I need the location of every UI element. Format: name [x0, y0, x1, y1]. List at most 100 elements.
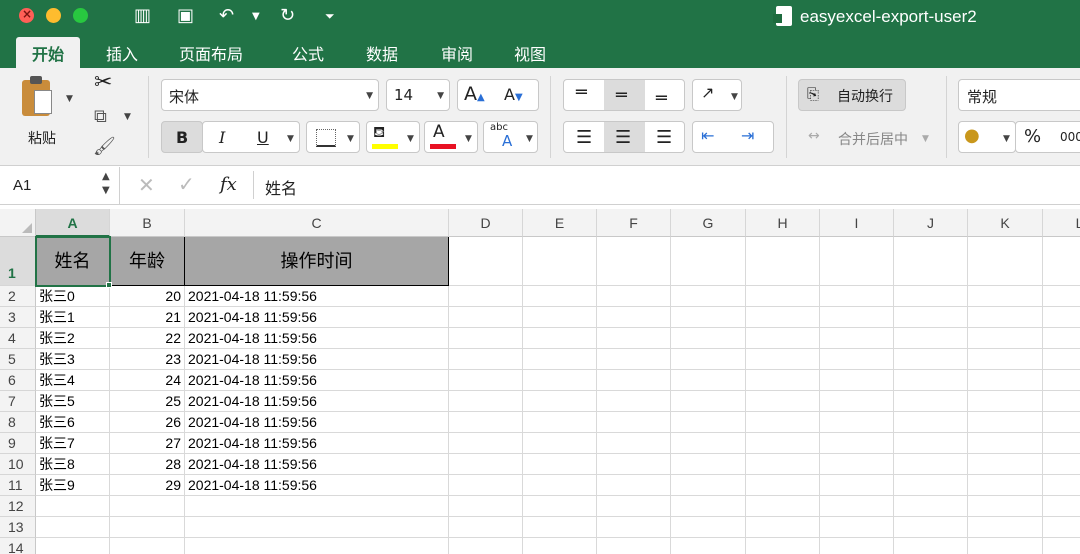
cell[interactable] [1043, 370, 1080, 391]
cell[interactable] [746, 370, 820, 391]
cell[interactable] [597, 517, 671, 538]
paste-dropdown-icon[interactable]: ▼ [66, 94, 73, 104]
cell[interactable] [597, 307, 671, 328]
cell[interactable] [820, 412, 894, 433]
row-header-5[interactable]: 5 [0, 349, 36, 370]
cell[interactable] [185, 496, 449, 517]
wrap-text-button[interactable]: ⎘ 自动换行 [798, 79, 906, 111]
minimize-window-button[interactable] [46, 8, 61, 23]
cell[interactable] [523, 538, 597, 554]
copy-dropdown-icon[interactable]: ▼ [124, 112, 131, 122]
cell[interactable] [449, 237, 523, 286]
cell[interactable] [968, 307, 1043, 328]
cell[interactable] [597, 412, 671, 433]
font-size-select[interactable]: 14 ▼ [386, 79, 450, 111]
cancel-icon[interactable]: ✕ [138, 173, 155, 197]
cell[interactable] [894, 538, 968, 554]
cell[interactable] [185, 538, 449, 554]
cell[interactable] [523, 412, 597, 433]
italic-button[interactable]: I [219, 128, 225, 147]
font-name-select[interactable]: 宋体 ▼ [161, 79, 379, 111]
column-header-c[interactable]: C [185, 209, 449, 237]
cell[interactable] [449, 391, 523, 412]
row-header-11[interactable]: 11 [0, 475, 36, 496]
cell[interactable] [968, 433, 1043, 454]
cell[interactable] [671, 433, 746, 454]
row-header-10[interactable]: 10 [0, 454, 36, 475]
cell[interactable] [968, 328, 1043, 349]
cell[interactable] [894, 475, 968, 496]
number-format-select[interactable]: 常规 [958, 79, 1080, 111]
cell[interactable] [820, 538, 894, 554]
cell[interactable] [968, 286, 1043, 307]
row-header-7[interactable]: 7 [0, 391, 36, 412]
cell[interactable] [597, 349, 671, 370]
cell[interactable] [597, 237, 671, 286]
tab-review[interactable]: 审阅 [441, 41, 473, 65]
cell[interactable] [746, 433, 820, 454]
cell[interactable] [968, 538, 1043, 554]
cell[interactable] [449, 475, 523, 496]
cell[interactable] [449, 496, 523, 517]
cell[interactable] [523, 349, 597, 370]
cell[interactable] [746, 237, 820, 286]
column-header-f[interactable]: F [597, 209, 671, 237]
cell[interactable] [1043, 496, 1080, 517]
save-icon[interactable]: ▣ [177, 5, 194, 26]
row-header-12[interactable]: 12 [0, 496, 36, 517]
undo-dropdown-icon[interactable]: ▼ [252, 11, 260, 22]
table-cell[interactable]: 2021-04-18 11:59:56 [185, 412, 449, 433]
cell[interactable] [746, 496, 820, 517]
cell[interactable] [894, 433, 968, 454]
align-middle-button[interactable]: ═ [604, 80, 645, 110]
cell[interactable] [894, 237, 968, 286]
table-cell[interactable]: 2021-04-18 11:59:56 [185, 286, 449, 307]
table-cell[interactable]: 20 [110, 286, 185, 307]
cell[interactable] [820, 391, 894, 412]
thousands-button[interactable]: 000 [1060, 130, 1080, 144]
cell[interactable] [746, 391, 820, 412]
align-left-icon[interactable]: ☰ [576, 127, 592, 148]
tab-home[interactable]: 开始 [16, 37, 81, 68]
sidebar-toggle-icon[interactable]: ▥ [134, 5, 151, 26]
table-cell[interactable]: 张三4 [36, 370, 110, 391]
cell[interactable] [597, 433, 671, 454]
cell[interactable] [968, 412, 1043, 433]
cell[interactable] [36, 517, 110, 538]
cell[interactable] [1043, 391, 1080, 412]
cell[interactable] [110, 496, 185, 517]
align-center-button[interactable]: ☰ [604, 122, 645, 152]
column-header-l[interactable]: L [1043, 209, 1080, 237]
cell[interactable] [597, 328, 671, 349]
cell[interactable] [523, 370, 597, 391]
tab-data[interactable]: 数据 [366, 41, 398, 65]
phonetic-button[interactable]: abc A ▼ [483, 121, 538, 153]
cell[interactable] [820, 517, 894, 538]
cell[interactable] [449, 517, 523, 538]
increase-indent-icon[interactable]: ⇥ [741, 126, 754, 145]
cell[interactable] [746, 286, 820, 307]
cell[interactable] [746, 307, 820, 328]
cell[interactable] [597, 454, 671, 475]
header-cell[interactable]: 年龄 [110, 237, 185, 286]
table-cell[interactable]: 29 [110, 475, 185, 496]
header-cell[interactable]: 姓名 [36, 237, 110, 286]
table-cell[interactable]: 28 [110, 454, 185, 475]
cell[interactable] [523, 433, 597, 454]
cell[interactable] [746, 454, 820, 475]
cell[interactable] [820, 349, 894, 370]
cell[interactable] [523, 328, 597, 349]
row-header-1[interactable]: 1 [0, 237, 36, 286]
column-header-a[interactable]: A [36, 209, 110, 237]
cell[interactable] [449, 349, 523, 370]
accounting-format-button[interactable]: ● ▼ [958, 121, 1016, 153]
row-header-14[interactable]: 14 [0, 538, 36, 554]
table-cell[interactable]: 26 [110, 412, 185, 433]
cell[interactable] [671, 496, 746, 517]
orientation-button[interactable]: ↗ ▼ [692, 79, 742, 111]
zoom-window-button[interactable] [73, 8, 88, 23]
table-cell[interactable]: 22 [110, 328, 185, 349]
column-header-d[interactable]: D [449, 209, 523, 237]
cell[interactable] [449, 433, 523, 454]
table-cell[interactable]: 张三1 [36, 307, 110, 328]
